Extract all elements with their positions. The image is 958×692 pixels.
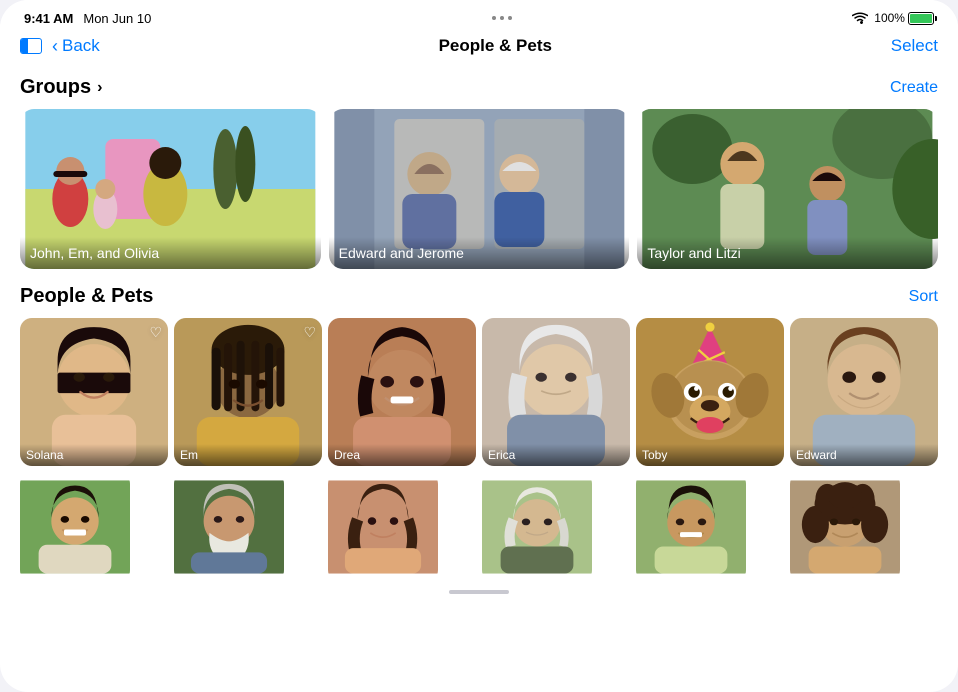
group-card-3[interactable]: Taylor and Litzi [637, 109, 938, 269]
person-card-r2p6[interactable] [790, 472, 900, 582]
group-1-label: John, Em, and Olivia [20, 237, 321, 269]
battery-icon [908, 12, 934, 25]
group-card-1[interactable]: John, Em, and Olivia [20, 109, 321, 269]
status-center-dots [492, 16, 512, 20]
person-card-drea[interactable]: Drea [328, 318, 476, 466]
r2p1-photo [20, 472, 130, 582]
status-bar: 9:41 AM Mon Jun 10 100% [0, 0, 958, 32]
create-button[interactable]: Create [890, 79, 938, 97]
nav-bar: ‹ Back People & Pets Select [0, 32, 958, 64]
groups-section-header: Groups › Create [20, 76, 938, 99]
sort-button[interactable]: Sort [909, 288, 938, 306]
page-title: People & Pets [439, 36, 552, 56]
dot-3 [508, 16, 512, 20]
status-right: 100% [852, 11, 934, 25]
main-content: Groups › Create [0, 64, 958, 672]
r2p4-photo [482, 472, 592, 582]
status-date: Mon Jun 10 [83, 11, 151, 26]
toby-label: Toby [636, 444, 784, 466]
wifi-icon [852, 12, 868, 24]
person-card-edward[interactable]: Edward [790, 318, 938, 466]
person-card-toby[interactable]: Toby [636, 318, 784, 466]
people-grid: ♡ Solana [20, 318, 938, 466]
back-label: Back [62, 36, 100, 56]
r2p6-photo [790, 472, 900, 582]
groups-title: Groups › [20, 76, 102, 99]
em-label: Em [174, 444, 322, 466]
select-button[interactable]: Select [891, 36, 938, 56]
scroll-indicator [20, 590, 938, 594]
group-card-2[interactable]: Edward and Jerome [329, 109, 630, 269]
solana-label: Solana [20, 444, 168, 466]
people-pets-section-header: People & Pets Sort [20, 285, 938, 308]
person-card-r2p4[interactable] [482, 472, 592, 582]
back-button[interactable]: ‹ Back [52, 36, 100, 56]
battery-container: 100% [874, 11, 934, 25]
person-card-solana[interactable]: ♡ Solana [20, 318, 168, 466]
sidebar-toggle-icon[interactable] [20, 38, 42, 54]
person-card-r2p1[interactable] [20, 472, 130, 582]
erica-label: Erica [482, 444, 630, 466]
drea-label: Drea [328, 444, 476, 466]
nav-left: ‹ Back [20, 36, 100, 56]
r2p5-photo [636, 472, 746, 582]
back-chevron-icon: ‹ [52, 37, 58, 55]
person-card-erica[interactable]: Erica [482, 318, 630, 466]
heart-icon-solana: ♡ [149, 324, 162, 341]
group-3-label: Taylor and Litzi [637, 237, 938, 269]
groups-grid: John, Em, and Olivia [20, 109, 938, 269]
battery-percent: 100% [874, 11, 905, 25]
r2p2-photo [174, 472, 284, 582]
device-frame: 9:41 AM Mon Jun 10 100% [0, 0, 958, 692]
people-pets-title: People & Pets [20, 285, 153, 308]
battery-fill [910, 14, 932, 23]
heart-icon-em: ♡ [303, 324, 316, 341]
people-grid-row2 [20, 472, 938, 582]
scroll-dot [449, 590, 509, 594]
groups-chevron-icon[interactable]: › [97, 79, 102, 97]
person-card-r2p3[interactable] [328, 472, 438, 582]
dot-2 [500, 16, 504, 20]
dot-1 [492, 16, 496, 20]
person-card-em[interactable]: ♡ Em [174, 318, 322, 466]
person-card-r2p2[interactable] [174, 472, 284, 582]
person-card-r2p5[interactable] [636, 472, 746, 582]
r2p3-photo [328, 472, 438, 582]
group-2-label: Edward and Jerome [329, 237, 630, 269]
edward-label: Edward [790, 444, 938, 466]
status-time: 9:41 AM [24, 11, 73, 26]
